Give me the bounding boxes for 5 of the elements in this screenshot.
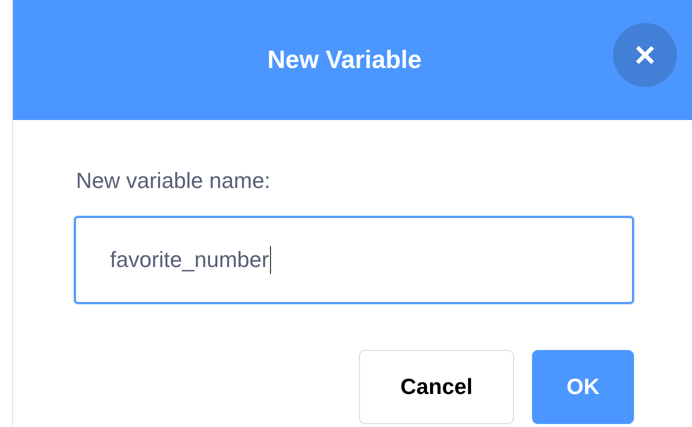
input-field[interactable]: favorite_number [74,216,634,304]
cancel-button[interactable]: Cancel [359,350,514,424]
field-label: New variable name: [76,168,272,194]
close-button[interactable]: × [613,23,677,87]
dialog-title: New Variable [267,46,422,74]
